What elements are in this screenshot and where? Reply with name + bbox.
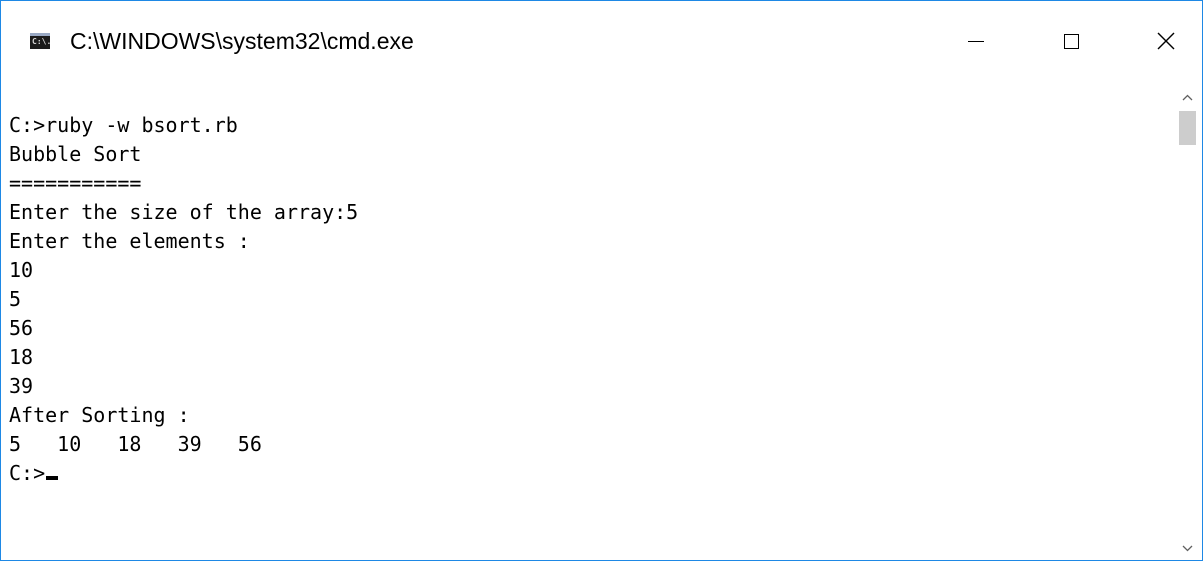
cmd-console-icon: C:\. [30,33,52,49]
console-line: Bubble Sort [9,142,142,166]
scroll-up-button[interactable] [1173,85,1202,109]
scroll-down-button[interactable] [1173,536,1202,560]
console-line: Enter the size of the array:5 [9,200,359,224]
maximize-icon [1063,33,1079,49]
console-line: C:>ruby -w bsort.rb [9,113,238,137]
console-line: 10 [9,258,34,282]
maximize-button[interactable] [1026,11,1116,71]
prompt-text: C:> [9,461,46,485]
console-line: =========== [9,171,142,195]
scroll-up-arrow-icon [1182,94,1193,100]
cmd-icon-text: C:\. [32,37,52,46]
console-line: 56 [9,316,34,340]
close-icon [1157,32,1175,50]
title-bar[interactable]: C:\. C:\WINDOWS\system32\cmd.exe [1,1,1202,85]
scroll-down-arrow-icon [1182,545,1193,551]
console-line: 5 10 18 39 56 [9,432,262,456]
console-line: 5 [9,287,22,311]
close-button[interactable] [1121,11,1203,71]
scroll-thumb[interactable] [1179,111,1196,145]
console-output[interactable]: C:>ruby -w bsort.rb Bubble Sort ========… [1,111,1171,560]
console-line: After Sorting : [9,403,190,427]
console-line: 18 [9,345,34,369]
vertical-scrollbar[interactable] [1173,85,1202,560]
minimize-icon [968,40,984,42]
prompt-line: C:> [9,459,59,488]
console-line: Enter the elements : [9,229,250,253]
console-line: 39 [9,374,34,398]
text-cursor [46,476,59,480]
minimize-button[interactable] [931,11,1021,71]
console-window: C:\. C:\WINDOWS\system32\cmd.exe C:>ruby… [0,0,1203,561]
window-title: C:\WINDOWS\system32\cmd.exe [70,28,414,54]
